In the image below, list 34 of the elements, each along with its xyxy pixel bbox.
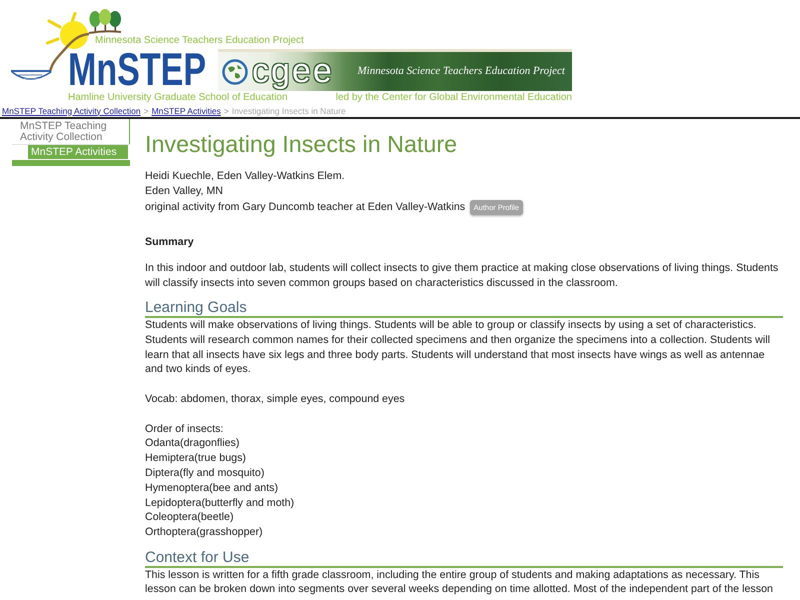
list-item: Lepidoptera(butterfly and moth): [145, 496, 294, 510]
list-item: Hemiptera(true bugs): [145, 451, 246, 466]
breadcrumb-separator: >: [144, 106, 149, 116]
list-item: Odanta(dragonflies): [145, 436, 240, 452]
author-text: Eden Valley, MN: [145, 184, 224, 199]
banner-tagline: Minnesota Science Teachers Education Project: [357, 65, 565, 78]
list-item: Coleoptera(beetle): [145, 510, 234, 526]
paragraph-text: This lesson is written for a fifth grade classroom, including the entire group of students and making adaptations as necessary. This lesson can be broken down into segments over several weeks depending on time allotted. Most of the independent part of the lesson: [145, 568, 774, 598]
logo-text: MnSTEP: [68, 48, 206, 90]
trees-drawing: [88, 9, 122, 35]
section-heading: Summary: [145, 235, 194, 250]
breadcrumb-link[interactable]: MnSTEP Teaching Activity Collection: [2, 106, 141, 116]
list-item: Diptera(fly and mosquito): [145, 466, 264, 481]
paragraph-text: In this indoor and outdoor lab, students will collect insects to give them practice at making close observations of living things. Students will classify insects into seven common groups based on characteristics discussed in the classroom.: [145, 261, 780, 291]
sun-icon: [46, 12, 89, 50]
page-title: Investigating Insects in Nature: [145, 130, 458, 158]
list-item: Hymenoptera(bee and ants): [145, 480, 278, 496]
globe-icon: [222, 58, 248, 84]
list-heading: Order of insects:: [145, 422, 224, 436]
section-heading: Learning Goals: [145, 299, 247, 316]
logo-subtitle: Hamline University Graduate School of Education: [68, 91, 288, 105]
paragraph-text: Students will make observations of living things. Students will be able to group or classify insects by using a set of characteristics. Students will research common names for their collected specimens and then organize the specimens into a collection. Students will learn that all insects have six legs and three body parts. Students will understand that most insects have wings as well as antennae and two kinds of eyes.: [145, 318, 771, 378]
sidebar-item[interactable]: MnSTEP Activities: [28, 145, 128, 159]
author-text: original activity from Gary Duncomb teacher at Eden Valley-Watkins: [145, 200, 466, 214]
author-text: Heidi Kuechle, Eden Valley-Watkins Elem.: [145, 169, 345, 184]
list-item: Orthoptera(grasshopper): [145, 525, 263, 540]
sidebar-item[interactable]: MnSTEP Teaching Activity Collection: [12, 119, 130, 144]
logo-tagline: Minnesota Science Teachers Education Project: [95, 34, 304, 48]
breadcrumb-separator: >: [224, 106, 229, 116]
paragraph-text: Vocab: abdomen, thorax, simple eyes, compound eyes: [145, 392, 405, 407]
section-heading: Context for Use: [145, 548, 250, 566]
breadcrumb-link[interactable]: MnSTEP Activities: [152, 106, 221, 116]
breadcrumb-current: Investigating Insects in Nature: [232, 106, 346, 116]
banner-caption: led by the Center for Global Environmental Education: [336, 91, 572, 105]
